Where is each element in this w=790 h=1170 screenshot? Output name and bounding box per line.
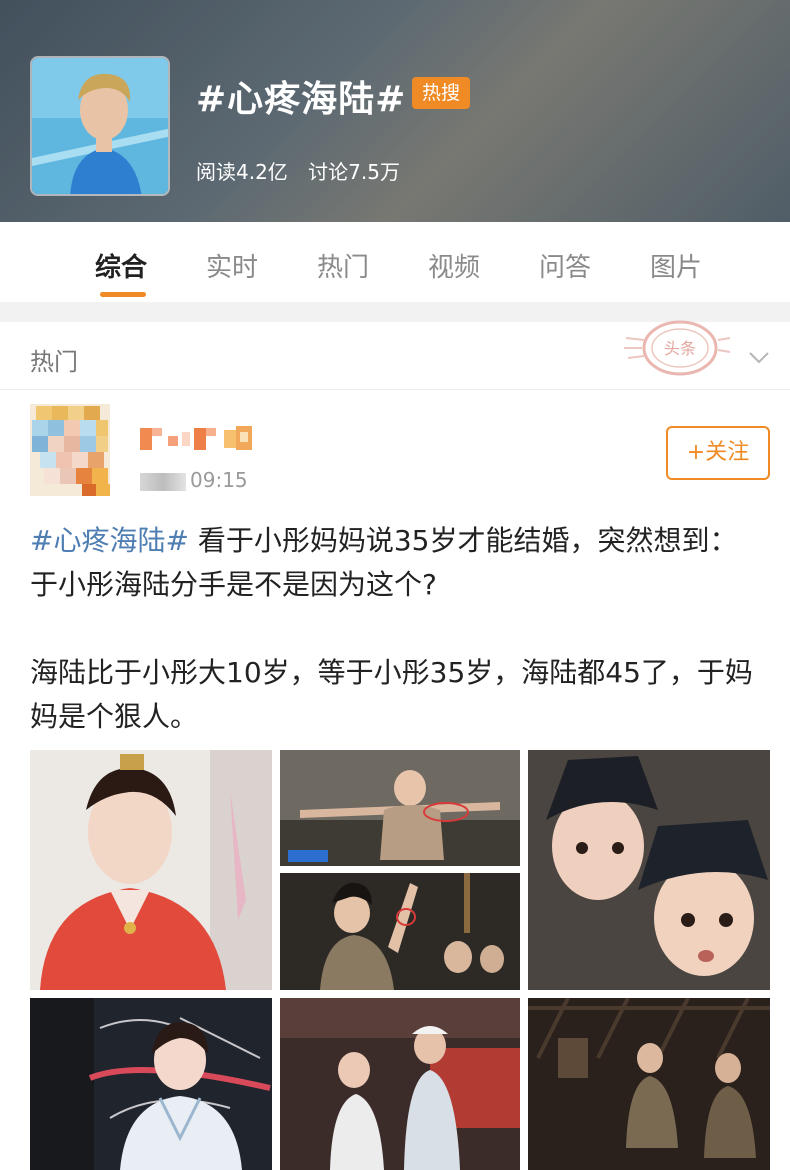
hot-section-label: 热门 [30, 348, 78, 376]
chevron-down-icon[interactable] [748, 346, 770, 368]
post-time-text: 09:15 [190, 468, 248, 492]
tab-video[interactable]: 视频 [428, 247, 480, 284]
hashtag-link[interactable]: #心疼海陆# [30, 524, 189, 557]
weibo-topic-page: #心疼海陆# 热搜 阅读4.2亿 讨论7.5万 综合 实时 热门 视频 问答 图… [0, 0, 790, 1170]
tab-bar: 综合 实时 热门 视频 问答 图片 [0, 222, 790, 302]
tab-comprehensive[interactable]: 综合 [95, 247, 147, 284]
blurred-date [140, 472, 186, 491]
headline-stamp-icon: 头条 [624, 320, 731, 376]
tab-pictures[interactable]: 图片 [650, 247, 702, 284]
user-avatar[interactable] [30, 404, 110, 496]
post-image-5[interactable] [30, 998, 272, 1170]
tab-hot[interactable]: 热门 [317, 247, 369, 284]
topic-avatar[interactable] [30, 56, 170, 196]
post-image-2[interactable] [280, 750, 520, 866]
discussion-count: 讨论7.5万 [308, 160, 400, 184]
post-image-3[interactable] [280, 873, 520, 990]
read-count: 阅读4.2亿 [196, 160, 288, 184]
stamp-text: 头条 [664, 339, 696, 358]
tab-qa[interactable]: 问答 [539, 247, 591, 284]
topic-title: #心疼海陆# [196, 79, 407, 120]
active-tab-indicator [100, 292, 146, 297]
post-body: #心疼海陆# 看于小彤妈妈说35岁才能结婚，突然想到：于小彤海陆分手是不是因为这… [30, 519, 760, 739]
post-image-7[interactable] [528, 998, 770, 1170]
tab-realtime[interactable]: 实时 [206, 247, 258, 284]
hot-badge: 热搜 [412, 77, 470, 109]
post-paragraph-2: 海陆比于小彤大10岁，等于小彤35岁，海陆都45了，于妈妈是个狠人。 [30, 656, 753, 733]
post-image-6[interactable] [280, 998, 520, 1170]
post-image-4[interactable] [528, 750, 770, 990]
post-image-1[interactable] [30, 750, 272, 990]
post-paragraph-1: #心疼海陆# 看于小彤妈妈说35岁才能结婚，突然想到：于小彤海陆分手是不是因为这… [30, 519, 760, 607]
topic-header: #心疼海陆# 热搜 阅读4.2亿 讨论7.5万 [0, 0, 790, 222]
user-name-pixelated[interactable] [140, 424, 260, 454]
topic-stats: 阅读4.2亿 讨论7.5万 [196, 156, 414, 185]
post-time: 09:15 [140, 468, 248, 492]
follow-button[interactable]: +关注 [666, 426, 770, 480]
